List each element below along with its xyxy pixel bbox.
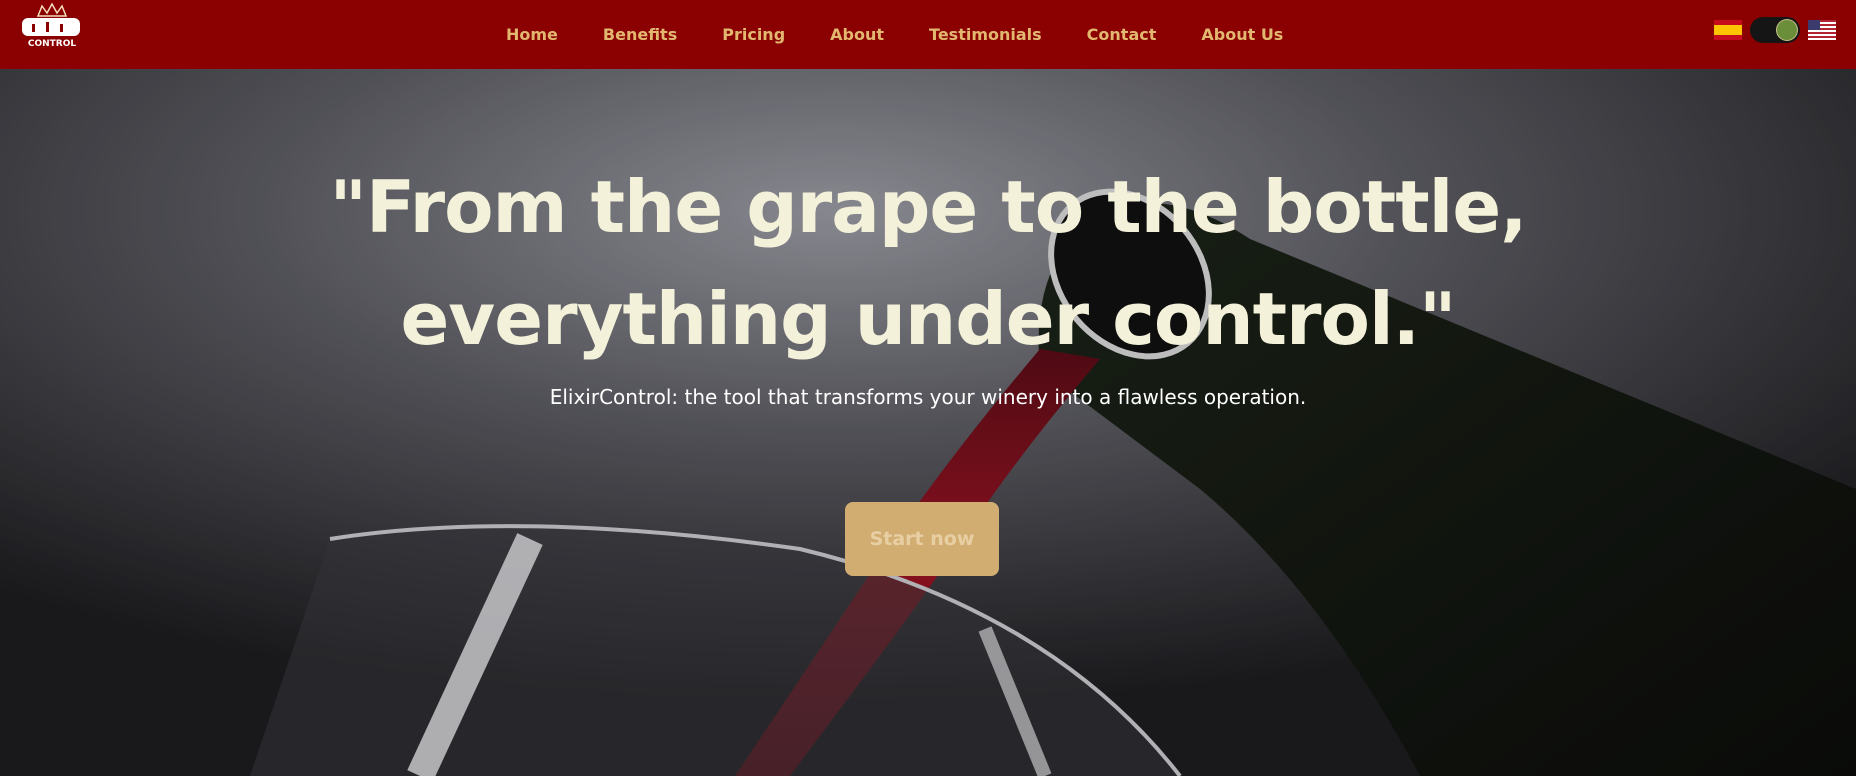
- hero-title-line-2: everything under control.": [400, 277, 1456, 361]
- nav-contact[interactable]: Contact: [1087, 25, 1157, 44]
- usa-flag-icon[interactable]: [1808, 20, 1836, 40]
- theme-toggle[interactable]: [1750, 17, 1800, 43]
- elixir-control-logo[interactable]: CONTROL: [20, 2, 84, 50]
- hero-title: "From the grape to the bottle, everythin…: [0, 151, 1856, 375]
- logo-text: CONTROL: [28, 39, 77, 49]
- main-nav: Home Benefits Pricing About Testimonials…: [506, 0, 1283, 69]
- spain-flag-icon[interactable]: [1714, 20, 1742, 40]
- nav-testimonials[interactable]: Testimonials: [929, 25, 1042, 44]
- start-now-button[interactable]: Start now: [845, 502, 999, 576]
- nav-about-us[interactable]: About Us: [1201, 25, 1283, 44]
- nav-about[interactable]: About: [830, 25, 884, 44]
- hero-title-line-1: "From the grape to the bottle,: [329, 165, 1527, 249]
- toggle-knob: [1777, 20, 1797, 40]
- navbar: CONTROL Home Benefits Pricing About Test…: [0, 0, 1856, 69]
- hero-subtitle: ElixirControl: the tool that transforms …: [549, 385, 1307, 409]
- nav-benefits[interactable]: Benefits: [603, 25, 677, 44]
- language-theme-controls: [1714, 16, 1836, 44]
- hero-section: "From the grape to the bottle, everythin…: [0, 69, 1856, 776]
- nav-pricing[interactable]: Pricing: [722, 25, 785, 44]
- nav-home[interactable]: Home: [506, 25, 558, 44]
